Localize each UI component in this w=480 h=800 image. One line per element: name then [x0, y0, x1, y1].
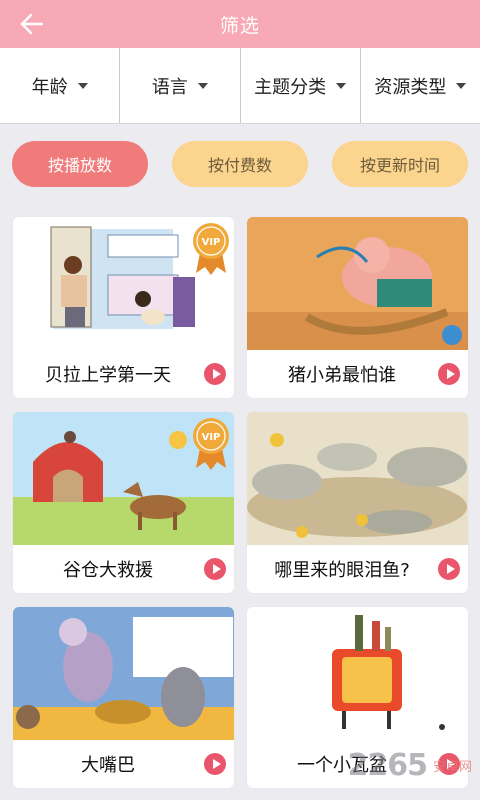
filter-language-label: 语言 — [151, 76, 188, 98]
chevron-down-icon — [456, 82, 467, 89]
watermark-text: 安卓网 — [432, 760, 472, 775]
play-button[interactable] — [204, 753, 226, 775]
book-cover-image — [247, 217, 468, 350]
book-cover-image — [13, 607, 234, 740]
back-button[interactable] — [14, 6, 50, 42]
book-title: 大嘴巴 — [81, 755, 135, 776]
filter-age[interactable]: 年龄 — [0, 48, 121, 123]
chevron-down-icon — [77, 82, 88, 89]
play-icon — [446, 369, 455, 379]
book-title: 谷仓大救援 — [63, 560, 153, 581]
filter-language[interactable]: 语言 — [120, 48, 241, 123]
book-cover-image — [247, 607, 468, 740]
play-button[interactable] — [204, 363, 226, 385]
filter-age-label: 年龄 — [31, 76, 68, 98]
vip-badge-icon: VIP — [193, 223, 229, 275]
sort-row: 按播放数 按付费数 按更新时间 — [0, 124, 480, 206]
filter-resource-type-label: 资源类型 — [374, 76, 447, 98]
watermark-number: 2265 — [347, 748, 427, 783]
play-button[interactable] — [204, 558, 226, 580]
chevron-down-icon — [336, 82, 347, 89]
filter-bar: 年龄 语言 主题分类 资源类型 — [0, 48, 480, 124]
header-bar: 筛选 — [0, 0, 480, 48]
filter-topic-label: 主题分类 — [254, 76, 327, 98]
book-cover-image — [247, 412, 468, 545]
back-arrow-icon — [20, 13, 44, 35]
vip-label: VIP — [202, 432, 221, 443]
book-card[interactable]: VIP 贝拉上学第一天 — [13, 217, 234, 398]
watermark: 2265 安卓网 — [347, 748, 472, 783]
book-card[interactable]: 猪小弟最怕谁 — [247, 217, 468, 398]
play-icon — [212, 369, 221, 379]
page-title: 筛选 — [219, 14, 260, 37]
vip-badge-icon: VIP — [193, 418, 229, 470]
filter-resource-type[interactable]: 资源类型 — [361, 48, 480, 123]
sort-by-play-count-button[interactable]: 按播放数 — [12, 141, 148, 187]
sort-by-paid-button[interactable]: 按付费数 — [172, 141, 308, 187]
book-title: 贝拉上学第一天 — [45, 365, 171, 386]
book-card[interactable]: 哪里来的眼泪鱼? — [247, 412, 468, 593]
play-icon — [212, 759, 221, 769]
vip-label: VIP — [202, 237, 221, 248]
chevron-down-icon — [197, 82, 208, 89]
play-button[interactable] — [438, 363, 460, 385]
play-button[interactable] — [438, 558, 460, 580]
book-card[interactable]: 大嘴巴 — [13, 607, 234, 788]
play-icon — [212, 564, 221, 574]
filter-topic[interactable]: 主题分类 — [241, 48, 361, 123]
play-icon — [446, 564, 455, 574]
book-title: 哪里来的眼泪鱼? — [274, 560, 410, 581]
book-card[interactable]: VIP 谷仓大救援 — [13, 412, 234, 593]
sort-by-updated-button[interactable]: 按更新时间 — [332, 141, 468, 187]
book-title: 猪小弟最怕谁 — [288, 365, 396, 386]
